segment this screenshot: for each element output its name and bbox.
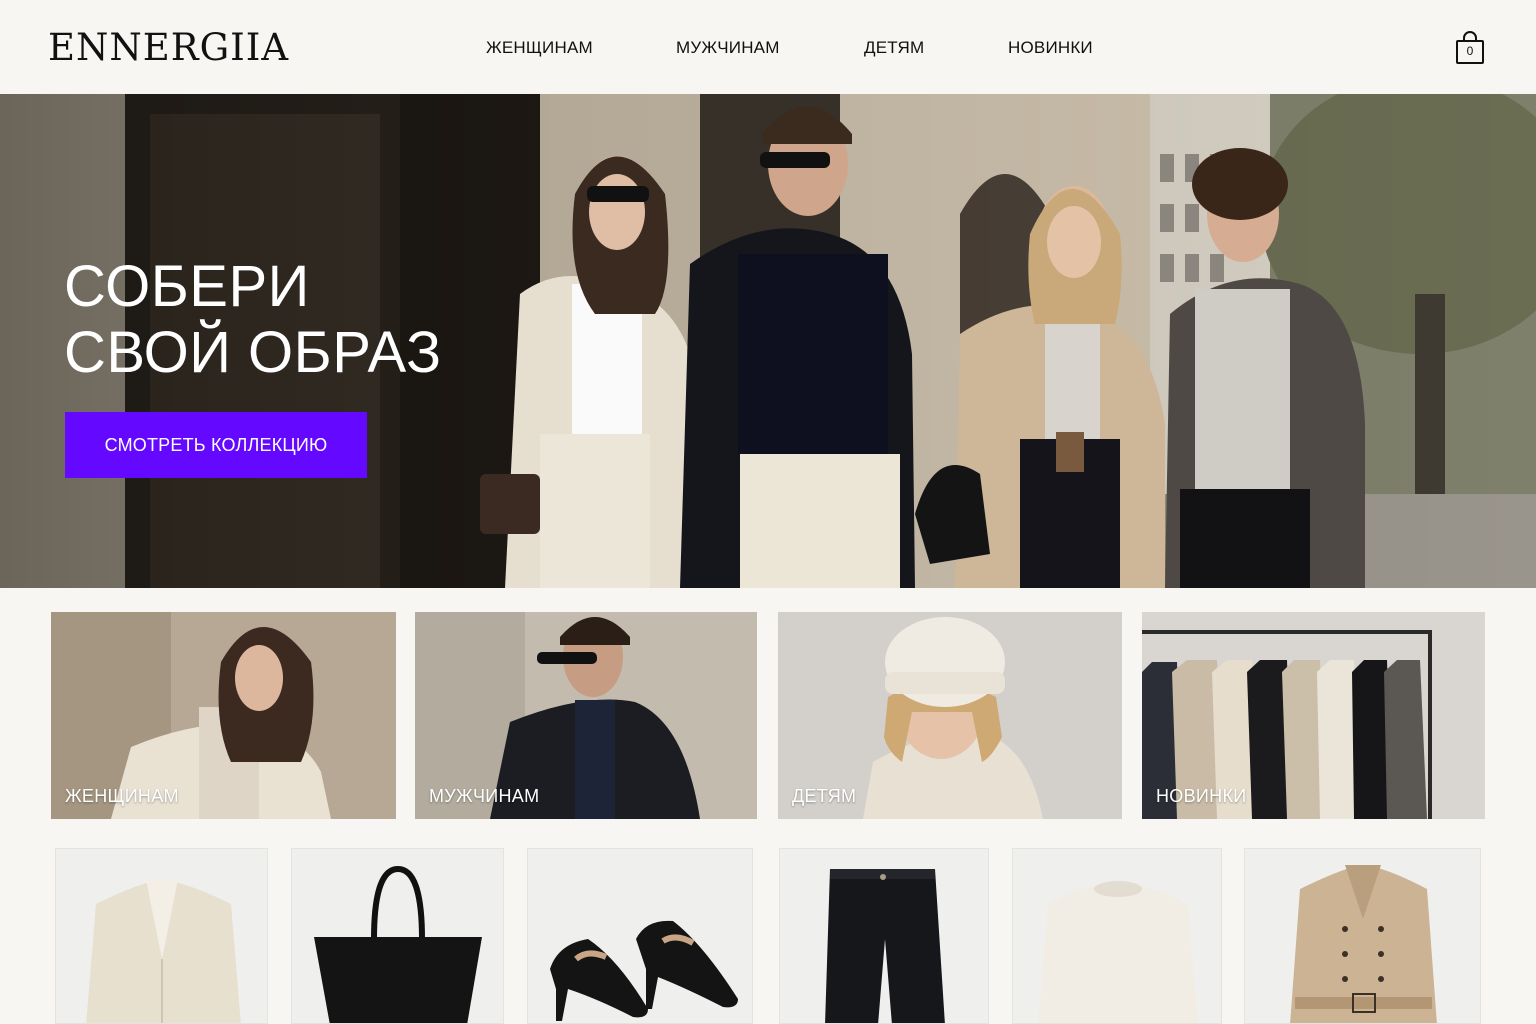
nav-new[interactable]: НОВИНКИ <box>1008 38 1093 58</box>
product-image-tote <box>314 865 482 1023</box>
product-image-heels <box>550 920 738 1021</box>
category-tile-kids[interactable]: ДЕТЯМ <box>778 612 1122 819</box>
category-label-women: ЖЕНЩИНАМ <box>65 786 179 806</box>
hero-heading-line2: СВОЙ ОБРАЗ <box>64 320 442 385</box>
product-card-tote[interactable] <box>291 848 504 1024</box>
nav-men[interactable]: МУЖЧИНАМ <box>676 38 780 58</box>
view-collection-button[interactable]: СМОТРЕТЬ КОЛЛЕКЦИЮ <box>65 412 367 478</box>
category-label-men: МУЖЧИНАМ <box>429 786 540 806</box>
product-image-trench <box>1290 865 1437 1023</box>
product-image-jeans <box>825 869 945 1023</box>
hero-heading-line1: СОБЕРИ <box>64 254 310 319</box>
product-card-heels[interactable] <box>527 848 753 1024</box>
site-header: ENNERGIIA ЖЕНЩИНАМ МУЖЧИНАМ ДЕТЯМ НОВИНК… <box>0 0 1536 94</box>
nav-kids[interactable]: ДЕТЯМ <box>864 38 924 58</box>
category-label-new: НОВИНКИ <box>1156 786 1247 806</box>
main-nav: ЖЕНЩИНАМ МУЖЧИНАМ ДЕТЯМ НОВИНКИ <box>0 38 1536 60</box>
product-image-sweater <box>1038 881 1198 1023</box>
product-card-trench[interactable] <box>1244 848 1481 1024</box>
cart-button[interactable]: 0 <box>1454 30 1486 66</box>
hero-banner: СОБЕРИ СВОЙ ОБРАЗ СМОТРЕТЬ КОЛЛЕКЦИЮ <box>0 94 1536 588</box>
cart-count: 0 <box>1466 44 1474 58</box>
category-tile-women[interactable]: ЖЕНЩИНАМ <box>51 612 396 819</box>
product-image-blazer <box>86 879 241 1023</box>
nav-women[interactable]: ЖЕНЩИНАМ <box>486 38 593 58</box>
product-card-blazer[interactable] <box>55 848 268 1024</box>
category-tile-men[interactable]: МУЖЧИНАМ <box>415 612 757 819</box>
product-card-jeans[interactable] <box>779 848 989 1024</box>
category-label-kids: ДЕТЯМ <box>792 786 857 806</box>
product-card-sweater[interactable] <box>1012 848 1222 1024</box>
category-tile-new[interactable]: НОВИНКИ <box>1142 612 1485 819</box>
hero-heading: СОБЕРИ СВОЙ ОБРАЗ <box>64 254 442 386</box>
